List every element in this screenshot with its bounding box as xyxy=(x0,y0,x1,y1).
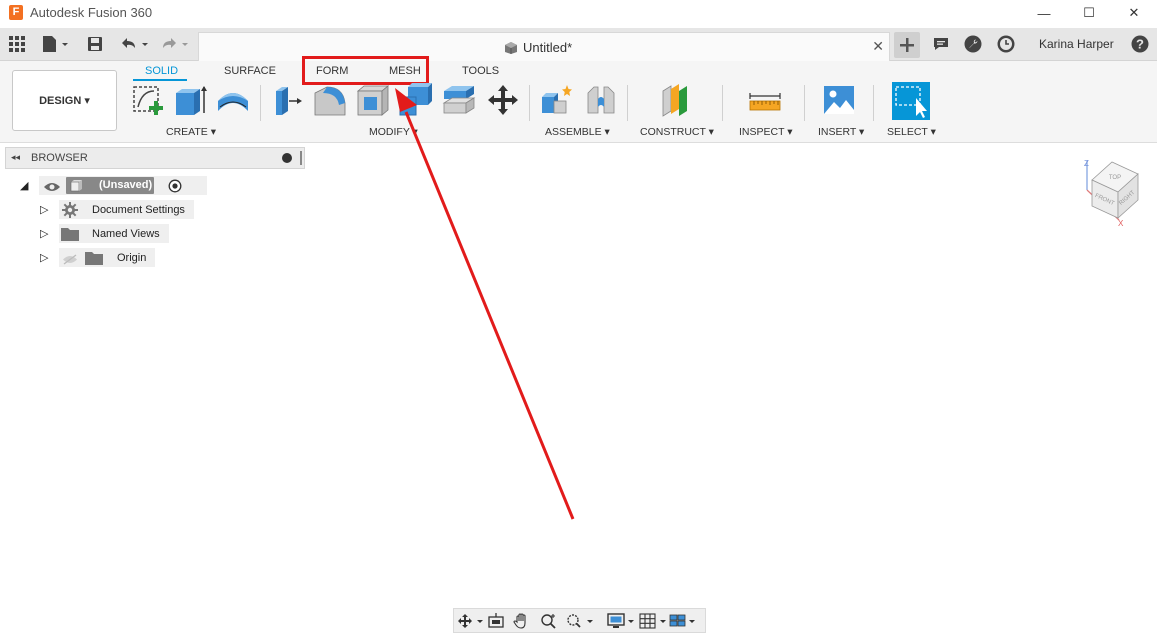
offset-face-icon[interactable] xyxy=(442,83,476,117)
unsaved-component-box: (Unsaved) xyxy=(66,177,154,194)
root-expander-icon[interactable]: ◢ xyxy=(20,179,28,192)
active-tab-underline xyxy=(133,79,187,81)
create-group-label[interactable]: CREATE ▾ xyxy=(166,126,216,138)
tree-item-document-settings[interactable]: ▷ Document Settings xyxy=(38,200,198,220)
new-component-icon[interactable] xyxy=(540,83,574,117)
folder-icon xyxy=(61,227,79,246)
orbit-icon[interactable] xyxy=(457,613,485,629)
select-group-label[interactable]: SELECT ▾ xyxy=(887,126,936,138)
extrude-icon[interactable] xyxy=(174,83,208,117)
root-label: (Unsaved) xyxy=(99,179,153,191)
grid-settings-icon[interactable] xyxy=(639,613,669,629)
construct-group-label[interactable]: CONSTRUCT ▾ xyxy=(640,126,714,138)
viewcube-x-label: X xyxy=(1118,219,1124,228)
fusion-logo-icon: F xyxy=(9,5,23,20)
insert-group-label[interactable]: INSERT ▾ xyxy=(818,126,864,138)
measure-icon[interactable] xyxy=(748,83,782,117)
named-views-label: Named Views xyxy=(92,228,160,240)
undo-icon[interactable] xyxy=(118,34,152,54)
tree-item-origin[interactable]: ▷ Origin xyxy=(38,248,158,268)
insert-image-icon[interactable] xyxy=(822,83,856,117)
inspect-group-label[interactable]: INSPECT ▾ xyxy=(739,126,793,138)
toolbar-separator xyxy=(722,85,723,121)
create-sketch-icon[interactable] xyxy=(132,83,166,117)
tab-solid[interactable]: SOLID xyxy=(145,65,178,77)
file-menu-icon[interactable] xyxy=(40,34,70,54)
document-settings-expander-icon[interactable]: ▷ xyxy=(40,203,48,216)
help-icon[interactable]: ? xyxy=(1131,34,1149,54)
zoom-icon[interactable] xyxy=(540,613,558,629)
annotation-highlight-box xyxy=(302,56,429,85)
modify-group-label[interactable]: MODIFY ▾ xyxy=(369,126,418,138)
tab-tools[interactable]: TOOLS xyxy=(462,65,499,77)
save-icon[interactable] xyxy=(86,34,104,54)
activate-radio-icon[interactable] xyxy=(168,179,182,198)
browser-minimize-icon[interactable] xyxy=(282,153,292,163)
combine-icon[interactable] xyxy=(398,83,432,117)
viewcube-z-label: Z xyxy=(1084,159,1089,168)
app-title: Autodesk Fusion 360 xyxy=(30,5,153,20)
job-status-wrench-icon[interactable] xyxy=(964,34,982,54)
comments-icon[interactable] xyxy=(932,34,950,54)
visibility-eye-icon[interactable] xyxy=(43,180,61,198)
toolbar-separator xyxy=(873,85,874,121)
toolbar-separator xyxy=(627,85,628,121)
hidden-eye-icon[interactable] xyxy=(62,252,78,270)
document-title: Untitled* xyxy=(523,40,573,55)
folder-icon xyxy=(85,251,103,270)
new-tab-plus-icon[interactable] xyxy=(894,32,920,58)
ribbon-toolbar: DESIGN ▾ SOLID SURFACE FORM MESH TOOLS C… xyxy=(0,56,1157,143)
viewcube-top-label[interactable]: TOP xyxy=(1109,175,1121,181)
press-pull-icon[interactable] xyxy=(270,83,304,117)
toolbar-separator xyxy=(804,85,805,121)
minimize-button[interactable]: — xyxy=(1021,0,1067,26)
gear-icon xyxy=(62,202,78,223)
tree-item-named-views[interactable]: ▷ Named Views xyxy=(38,224,178,244)
assemble-group-label[interactable]: ASSEMBLE ▾ xyxy=(545,126,610,138)
offset-plane-icon[interactable] xyxy=(659,83,693,117)
redo-icon[interactable] xyxy=(160,34,194,54)
tab-surface[interactable]: SURFACE xyxy=(224,65,276,77)
move-copy-icon[interactable] xyxy=(486,83,520,117)
look-at-icon[interactable] xyxy=(487,613,505,629)
fit-zoom-window-icon[interactable] xyxy=(565,613,595,629)
toolbar-separator xyxy=(529,85,530,121)
close-tab-button[interactable]: ✕ xyxy=(872,38,884,55)
browser-title: BROWSER xyxy=(31,152,88,164)
pan-hand-icon[interactable] xyxy=(513,613,531,629)
browser-pin-icon[interactable] xyxy=(300,151,302,165)
data-panel-grid-icon[interactable] xyxy=(8,34,26,54)
display-settings-icon[interactable] xyxy=(607,613,637,629)
origin-label: Origin xyxy=(117,252,147,264)
viewcube[interactable]: Z X TOP FRONT RIGHT xyxy=(1082,158,1142,228)
navigation-bar xyxy=(453,608,706,633)
shell-icon[interactable] xyxy=(356,83,390,117)
component-cube-icon xyxy=(70,179,83,197)
document-cube-icon xyxy=(504,41,518,60)
maximize-button[interactable]: ☐ xyxy=(1066,0,1112,26)
named-views-expander-icon[interactable]: ▷ xyxy=(40,227,48,240)
clock-history-icon[interactable] xyxy=(997,34,1015,54)
fillet-icon[interactable] xyxy=(313,83,347,117)
viewports-icon[interactable] xyxy=(669,613,699,629)
user-name[interactable]: Karina Harper xyxy=(1039,37,1114,51)
title-bar: F Autodesk Fusion 360 — ☐ ✕ xyxy=(0,0,1157,26)
application-bar: Untitled* ✕ Karina Harper ? xyxy=(0,28,1157,61)
svg-text:?: ? xyxy=(1136,37,1144,52)
browser-header[interactable]: ◂◂ BROWSER xyxy=(5,147,305,169)
document-settings-label: Document Settings xyxy=(92,204,185,216)
workspace-switcher-button[interactable]: DESIGN ▾ xyxy=(12,70,117,131)
browser-collapse-icon[interactable]: ◂◂ xyxy=(11,152,20,163)
close-window-button[interactable]: ✕ xyxy=(1111,0,1157,26)
toolbar-separator xyxy=(260,85,261,121)
joint-icon[interactable] xyxy=(584,83,618,117)
origin-expander-icon[interactable]: ▷ xyxy=(40,251,48,264)
sweep-icon[interactable] xyxy=(216,83,250,117)
browser-root-row[interactable]: ◢ (Unsaved) xyxy=(18,176,207,198)
fusion-360-window: F Autodesk Fusion 360 — ☐ ✕ Untitled* ✕ xyxy=(0,0,1157,636)
select-icon[interactable] xyxy=(892,82,930,120)
